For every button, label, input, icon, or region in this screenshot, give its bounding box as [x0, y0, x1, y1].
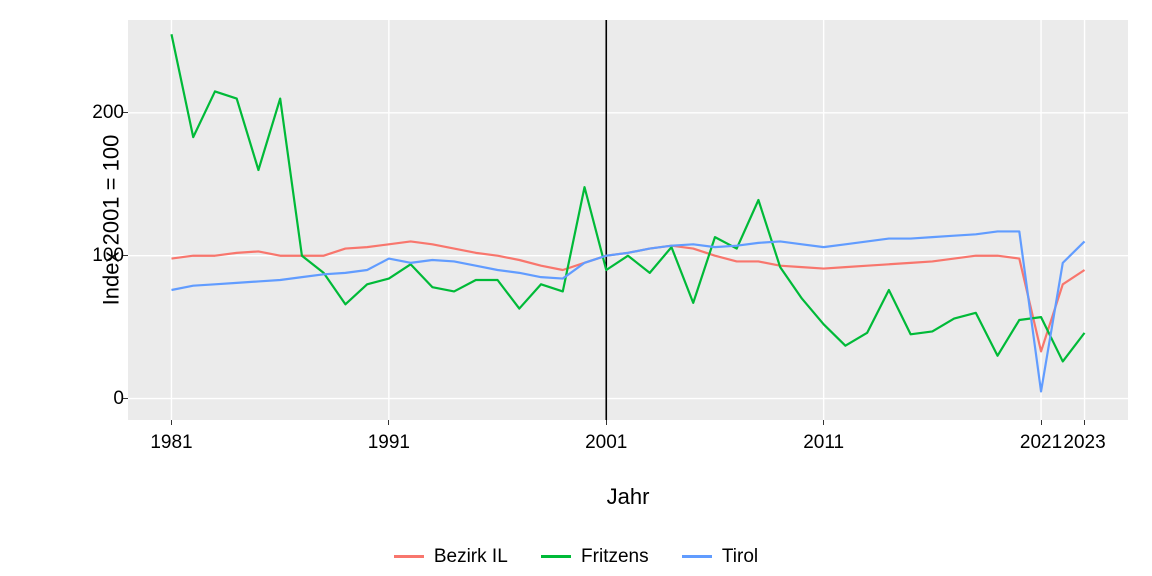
legend-item-bezirk-il: Bezirk IL — [394, 546, 508, 568]
y-axis-label: Index 2001 = 100 — [98, 135, 124, 306]
legend-item-tirol: Tirol — [682, 546, 758, 568]
legend-label: Bezirk IL — [434, 546, 508, 568]
x-tick-label: 1991 — [368, 432, 410, 454]
x-tick-label: 2021 — [1020, 432, 1062, 454]
plot-svg — [128, 20, 1128, 420]
x-tick-label: 2011 — [803, 432, 844, 454]
x-tick-label: 1981 — [150, 432, 192, 454]
legend-swatch-icon — [682, 555, 712, 558]
legend-swatch-icon — [541, 555, 571, 558]
x-axis-label: Jahr — [607, 484, 650, 510]
legend: Bezirk IL Fritzens Tirol — [0, 542, 1152, 568]
y-tick-label: 0 — [64, 388, 124, 410]
x-tick-label: 2001 — [585, 432, 627, 454]
y-tick-label: 200 — [64, 102, 124, 124]
legend-item-fritzens: Fritzens — [541, 546, 649, 568]
plot-panel — [128, 20, 1128, 420]
x-tick-label: 2023 — [1063, 432, 1105, 454]
legend-swatch-icon — [394, 555, 424, 558]
legend-label: Tirol — [722, 546, 758, 568]
legend-label: Fritzens — [581, 546, 649, 568]
